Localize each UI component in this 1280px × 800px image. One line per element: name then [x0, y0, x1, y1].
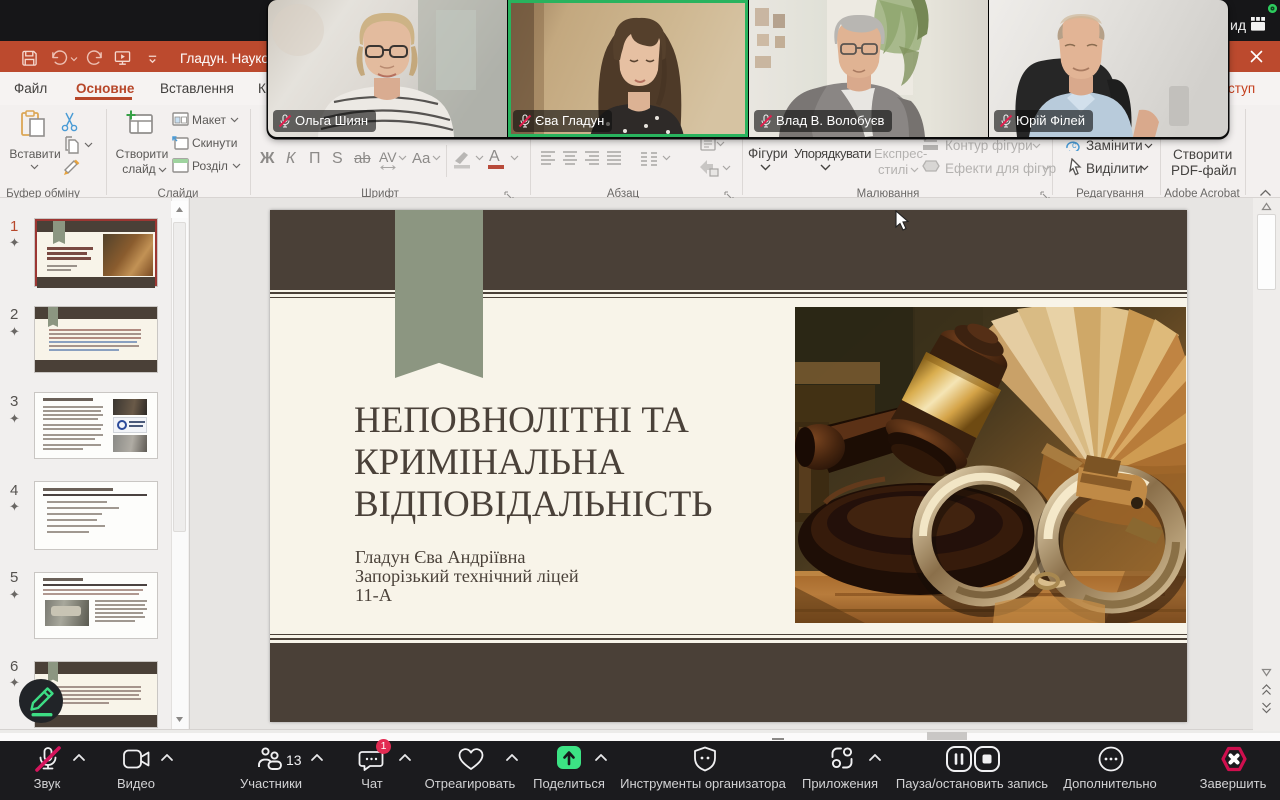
- svg-text:c: c: [1072, 140, 1077, 150]
